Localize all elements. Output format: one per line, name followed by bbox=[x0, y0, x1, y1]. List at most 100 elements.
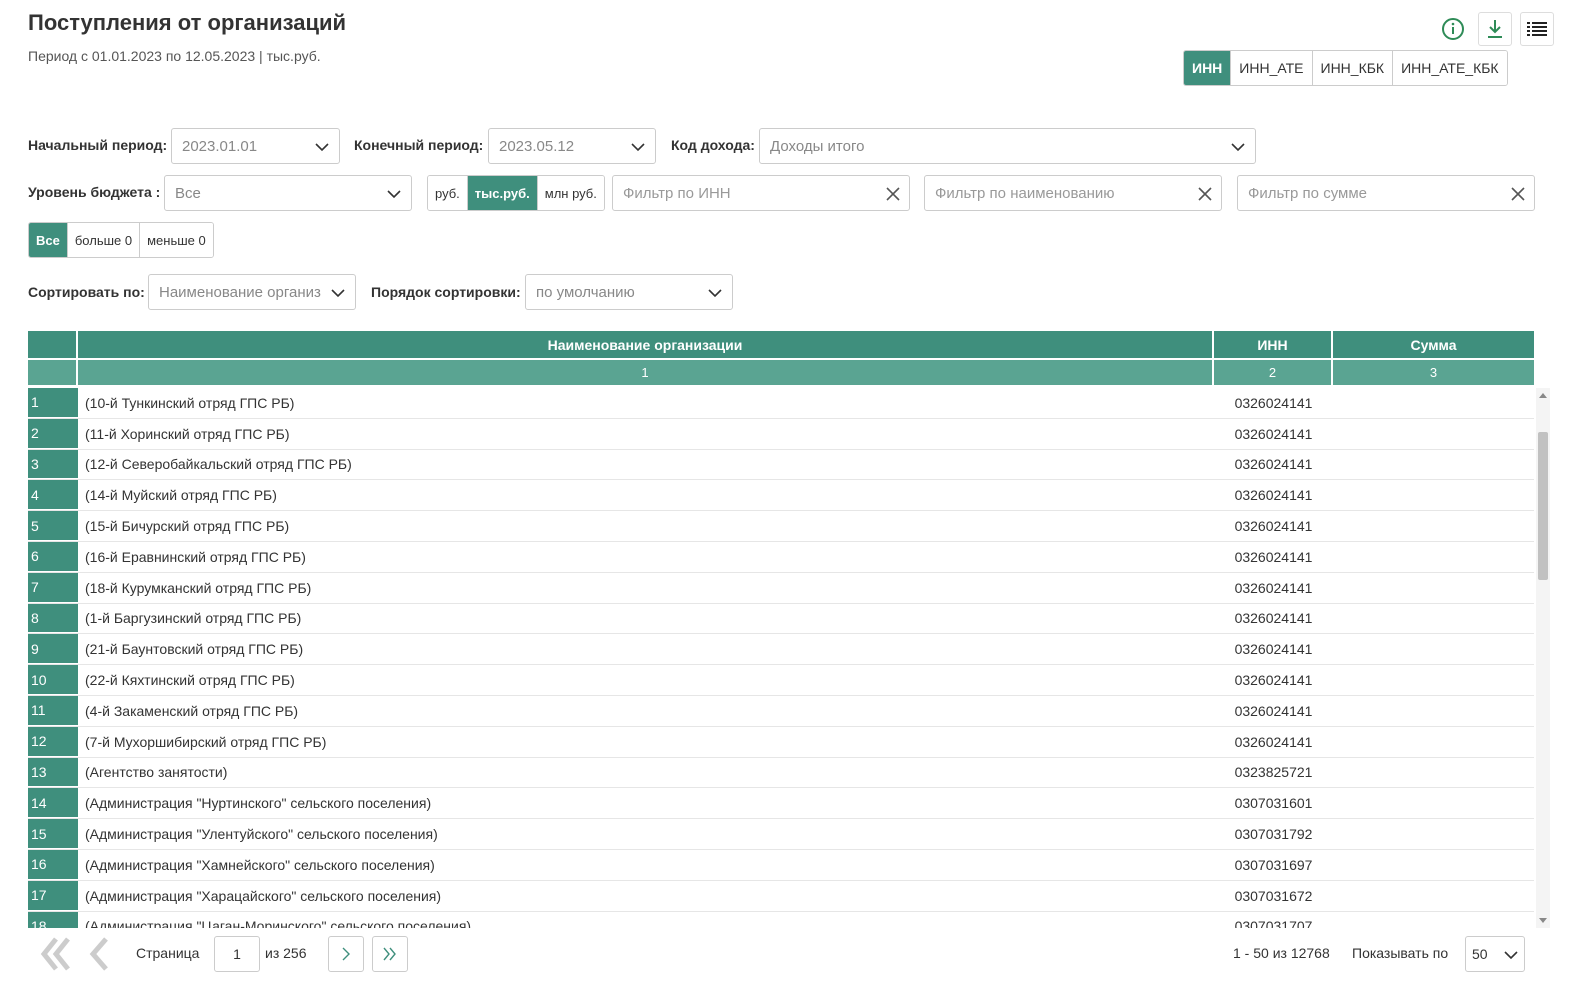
unit-rub[interactable]: руб. bbox=[428, 176, 467, 210]
table-row[interactable]: 11 (4-й Закаменский отряд ГПС РБ) 03260241… bbox=[28, 695, 1534, 727]
row-number: 15 bbox=[28, 819, 78, 849]
table-row[interactable]: 17 (Администрация "Харацайского" сельског… bbox=[28, 880, 1534, 912]
sort-order-label: Порядок сортировки: bbox=[371, 284, 521, 300]
name-filter bbox=[924, 175, 1222, 211]
end-period-value: 2023.05.12 bbox=[499, 137, 575, 155]
inn-cell: 0326024141 bbox=[1234, 610, 1313, 627]
row-number: 10 bbox=[28, 665, 78, 695]
info-icon bbox=[1442, 18, 1464, 40]
page-number-input[interactable]: 1 bbox=[214, 936, 260, 972]
income-code-select[interactable]: Доходы итого bbox=[759, 128, 1256, 164]
income-code-label: Код дохода: bbox=[671, 137, 755, 153]
page-size-label: Показывать по bbox=[1352, 945, 1449, 961]
page-size-value: 50 bbox=[1472, 946, 1488, 962]
inn-filter-input[interactable] bbox=[623, 184, 879, 202]
end-period-label: Конечный период: bbox=[354, 137, 484, 153]
sort-by-select[interactable]: Наименование организации bbox=[148, 274, 356, 310]
table-row[interactable]: 1 (10-й Тункинский отряд ГПС РБ) 032602414… bbox=[28, 388, 1534, 419]
sum-filter bbox=[1237, 175, 1535, 211]
org-name-cell: (11-й Хоринский отряд ГПС РБ) bbox=[85, 425, 290, 442]
value-positive[interactable]: больше 0 bbox=[66, 223, 140, 257]
table-row[interactable]: 2 (11-й Хоринский отряд ГПС РБ) 0326024141 bbox=[28, 418, 1534, 450]
name-filter-input[interactable] bbox=[935, 184, 1191, 202]
organizations-table: Наименование организации ИНН Сумма 1 2 3… bbox=[28, 331, 1550, 928]
table-row[interactable]: 10 (22-й Кяхтинский отряд ГПС РБ) 03260241… bbox=[28, 665, 1534, 696]
table-row[interactable]: 3 (12-й Северобайкальский отряд ГПС РБ) 03… bbox=[28, 449, 1534, 481]
scrollbar-thumb[interactable] bbox=[1538, 432, 1548, 580]
org-name-cell: (Агентство занятости) bbox=[85, 764, 228, 781]
unit-thousand-rub[interactable]: тыс.руб. bbox=[466, 176, 537, 210]
sum-filter-input[interactable] bbox=[1248, 184, 1504, 202]
value-all[interactable]: Все bbox=[29, 223, 67, 257]
table-row[interactable]: 9 (21-й Баунтовский отряд ГПС РБ) 03260241… bbox=[28, 634, 1534, 666]
prev-page-button[interactable] bbox=[84, 936, 112, 972]
sort-order-value: по умолчанию bbox=[536, 283, 635, 301]
chevron-down-icon bbox=[708, 289, 722, 298]
sum-cell bbox=[1333, 511, 1534, 541]
clear-icon[interactable] bbox=[1510, 186, 1526, 202]
table-row[interactable]: 16 (Администрация "Хамнейского" сельского… bbox=[28, 849, 1534, 881]
sum-cell bbox=[1333, 480, 1534, 510]
org-name-cell: (Администрация "Нуртинского" сельского п… bbox=[85, 795, 432, 812]
mode-inn-ate[interactable]: ИНН_АТЕ bbox=[1230, 51, 1312, 85]
page-size-select[interactable]: 50 bbox=[1465, 936, 1525, 972]
org-name-cell: (14-й Муйский отряд ГПС РБ) bbox=[85, 487, 277, 504]
table-scrollbar[interactable] bbox=[1536, 388, 1550, 928]
header-inn[interactable]: ИНН bbox=[1214, 331, 1333, 358]
end-period-select[interactable]: 2023.05.12 bbox=[488, 128, 656, 164]
sum-cell bbox=[1333, 665, 1534, 695]
row-number: 1 bbox=[28, 388, 78, 418]
table-row[interactable]: 15 (Администрация "Улентуйского" сельског… bbox=[28, 819, 1534, 850]
scroll-down-icon[interactable] bbox=[1539, 918, 1547, 924]
header-sum[interactable]: Сумма bbox=[1333, 331, 1534, 358]
table-row[interactable]: 7 (18-й Курумканский отряд ГПС РБ) 0326024… bbox=[28, 572, 1534, 604]
row-number: 13 bbox=[28, 757, 78, 788]
start-period-select[interactable]: 2023.01.01 bbox=[171, 128, 340, 164]
table-header: Наименование организации ИНН Сумма 1 2 3 bbox=[28, 331, 1534, 385]
mode-inn[interactable]: ИНН bbox=[1184, 51, 1231, 85]
download-button[interactable] bbox=[1478, 12, 1512, 46]
sum-cell bbox=[1333, 912, 1534, 928]
org-name-cell: (Администрация "Улентуйского" сельского … bbox=[85, 826, 438, 843]
double-chevron-left-icon bbox=[40, 937, 70, 971]
row-number: 4 bbox=[28, 480, 78, 511]
table-row[interactable]: 5 (15-й Бичурский отряд ГПС РБ) 0326024141 bbox=[28, 511, 1534, 542]
inn-cell: 0326024141 bbox=[1234, 487, 1313, 504]
header-org-name[interactable]: Наименование организации bbox=[78, 331, 1214, 358]
list-button[interactable] bbox=[1520, 12, 1554, 46]
inn-cell: 0326024141 bbox=[1234, 394, 1313, 411]
first-page-button[interactable] bbox=[38, 936, 74, 972]
unit-million-rub[interactable]: млн руб. bbox=[536, 176, 604, 210]
chevron-down-icon bbox=[631, 143, 645, 152]
table-row[interactable]: 13 (Агентство занятости) 0323825721 bbox=[28, 757, 1534, 789]
table-row[interactable]: 6 (16-й Еравнинский отряд ГПС РБ) 03260241… bbox=[28, 541, 1534, 573]
sort-order-select[interactable]: по умолчанию bbox=[525, 274, 733, 310]
value-negative[interactable]: меньше 0 bbox=[139, 223, 213, 257]
org-name-cell: (18-й Курумканский отряд ГПС РБ) bbox=[85, 579, 312, 596]
sum-cell bbox=[1333, 758, 1534, 788]
chevron-down-icon bbox=[1504, 951, 1518, 960]
table-row[interactable]: 14 (Администрация "Нуртинского" сельского… bbox=[28, 788, 1534, 820]
next-page-button[interactable] bbox=[328, 936, 364, 972]
table-row[interactable]: 4 (14-й Муйский отряд ГПС РБ) 0326024141 bbox=[28, 480, 1534, 512]
page-title: Поступления от организаций bbox=[28, 10, 347, 35]
info-button[interactable] bbox=[1436, 12, 1470, 46]
header-rownum bbox=[28, 331, 78, 358]
scroll-up-icon[interactable] bbox=[1539, 392, 1547, 398]
last-page-button[interactable] bbox=[372, 936, 408, 972]
table-row[interactable]: 18 (Администрация "Цаган-Моринского" сель… bbox=[28, 911, 1534, 928]
clear-icon[interactable] bbox=[1197, 186, 1213, 202]
clear-icon[interactable] bbox=[885, 186, 901, 202]
org-name-cell: (Администрация "Харацайского" сельского … bbox=[85, 887, 442, 904]
row-number: 5 bbox=[28, 511, 78, 541]
inn-cell: 0307031672 bbox=[1234, 887, 1313, 904]
row-number: 18 bbox=[28, 911, 78, 928]
mode-inn-kbk[interactable]: ИНН_КБК bbox=[1311, 51, 1393, 85]
table-row[interactable]: 8 (1-й Баргузинский отряд ГПС РБ) 03260241… bbox=[28, 603, 1534, 635]
budget-level-select[interactable]: Все bbox=[164, 175, 412, 211]
table-row[interactable]: 12 (7-й Мухоршибирский отряд ГПС РБ) 03260… bbox=[28, 726, 1534, 758]
mode-inn-ate-kbk[interactable]: ИНН_АТЕ_КБК bbox=[1392, 51, 1507, 85]
double-chevron-right-icon bbox=[383, 947, 396, 961]
org-name-cell: (21-й Баунтовский отряд ГПС РБ) bbox=[85, 641, 304, 658]
page-subtitle: Период с 01.01.2023 по 12.05.2023 | тыс.… bbox=[28, 48, 321, 64]
